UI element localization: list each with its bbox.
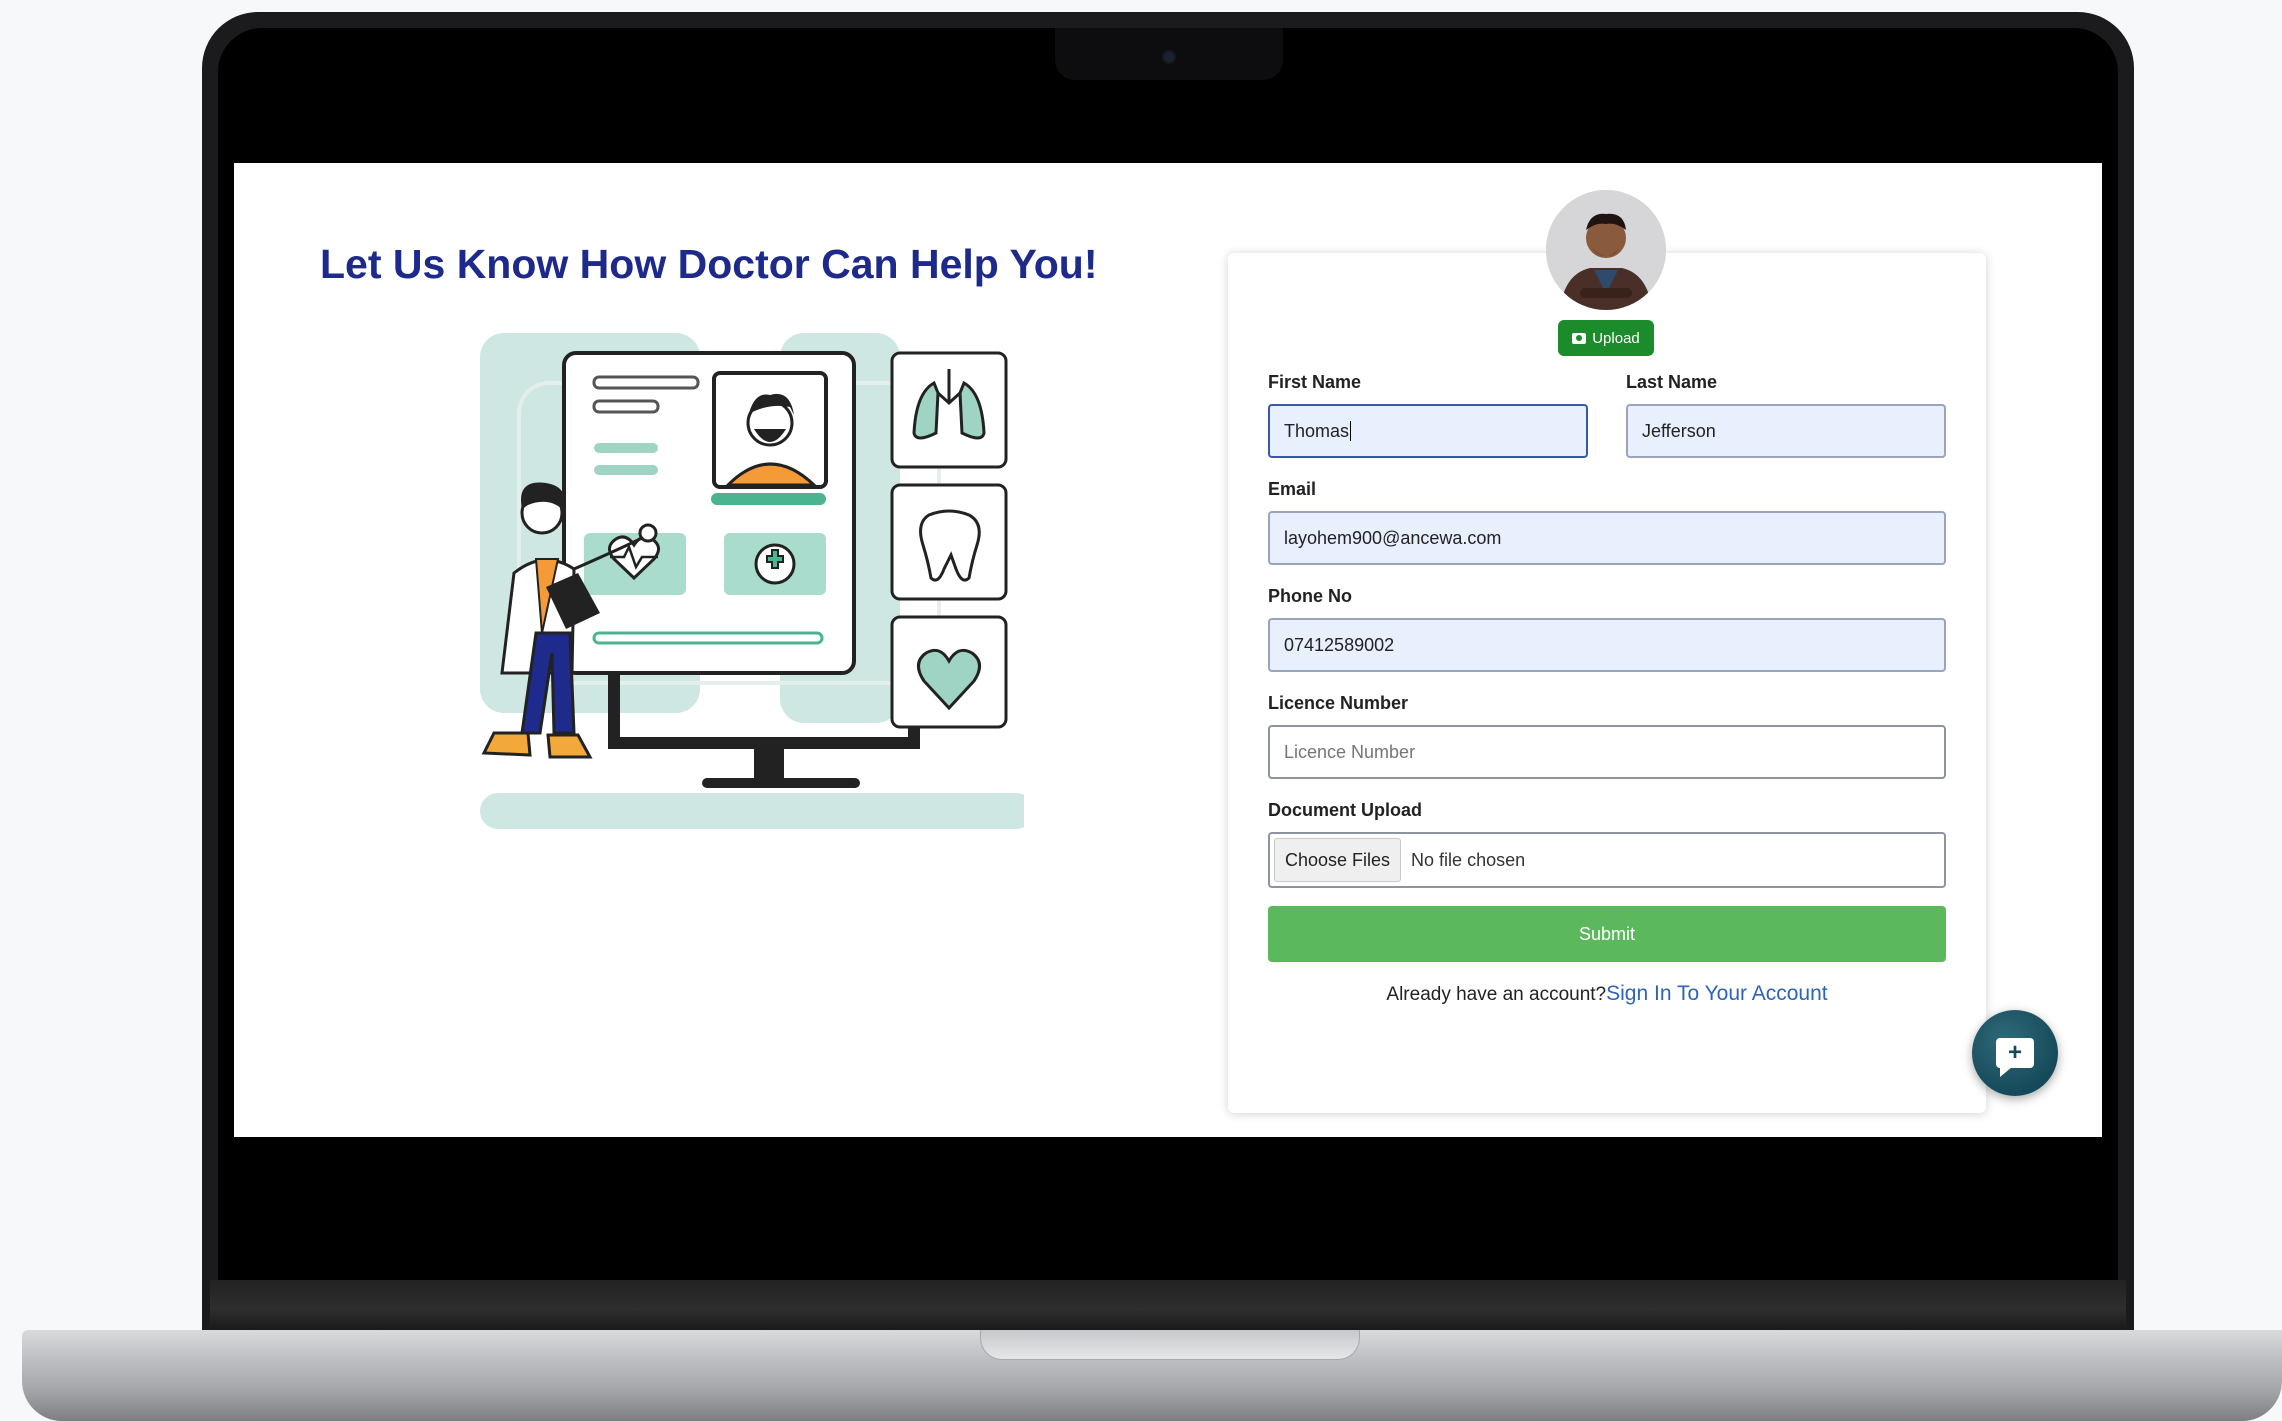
chat-plus-icon: + (1996, 1038, 2034, 1077)
phone-label: Phone No (1268, 586, 1352, 606)
phone-input[interactable]: 07412589002 (1268, 618, 1946, 672)
first-name-value: Thomas (1284, 420, 1350, 441)
email-label: Email (1268, 479, 1317, 499)
submit-button[interactable]: Submit (1268, 906, 1946, 962)
webcam-icon (1162, 50, 1176, 64)
monitor-base (702, 778, 860, 788)
choose-files-button[interactable]: Choose Files (1274, 838, 1402, 882)
first-name-label: First Name (1268, 372, 1362, 392)
floor-shadow (480, 793, 1024, 829)
document-upload-field: Choose Files No file chosen (1268, 832, 1946, 888)
laptop-mockup: Let Us Know How Doctor Can Help You! Upl… (0, 0, 2282, 1421)
monitor-neck (754, 743, 784, 783)
chat-button[interactable]: + (1972, 1010, 2058, 1096)
profile-avatar[interactable] (1546, 190, 1666, 310)
email-input[interactable]: layohem900@ancewa.com (1268, 511, 1946, 565)
page-headline: Let Us Know How Doctor Can Help You! (320, 241, 1098, 287)
licence-number-label: Licence Number (1268, 693, 1409, 713)
email-value: layohem900@ancewa.com (1284, 527, 1502, 548)
licence-number-input[interactable] (1268, 725, 1946, 779)
sign-in-link[interactable]: Sign In To Your Account (1606, 982, 1827, 1005)
upload-label: Upload (1592, 329, 1640, 347)
doctor-consultation-illustration (480, 333, 1024, 829)
last-name-label: Last Name (1626, 372, 1718, 392)
signin-prompt-text: Already have an account? (1386, 984, 1607, 1005)
first-name-input[interactable]: Thomas (1268, 404, 1588, 458)
last-name-value: Jefferson (1642, 420, 1716, 441)
phone-value: 07412589002 (1284, 634, 1395, 655)
person-photo (1546, 190, 1666, 310)
document-upload-label: Document Upload (1268, 800, 1423, 820)
signin-prompt: Already have an account?Sign In To Your … (1228, 982, 1986, 1006)
last-name-input[interactable]: Jefferson (1626, 404, 1946, 458)
upload-photo-button[interactable]: Upload (1558, 320, 1654, 356)
laptop-base-notch (980, 1330, 1360, 1360)
laptop-hinge (210, 1280, 2126, 1330)
file-status-text: No file chosen (1411, 849, 1526, 870)
text-caret (1350, 421, 1352, 441)
camera-icon (1572, 332, 1587, 344)
